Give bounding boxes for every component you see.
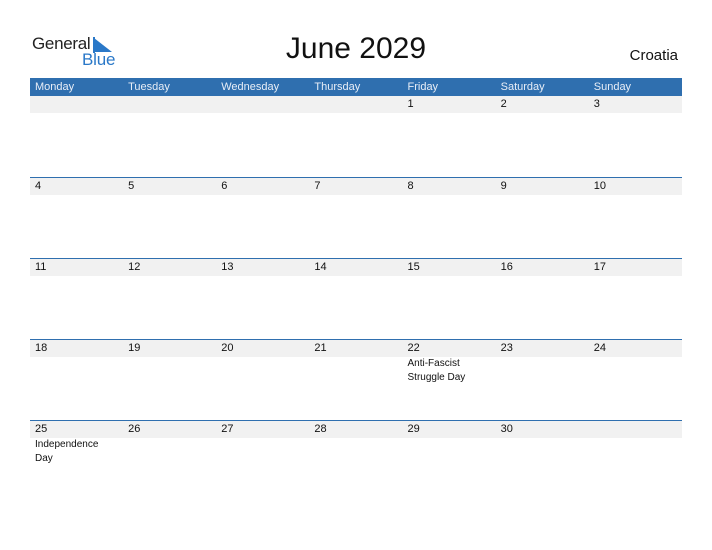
day-number: 6 [221, 180, 228, 192]
holiday-label [589, 438, 682, 466]
weekday-sunday: Sunday [593, 81, 632, 93]
weeks-container: 1 2 3 4 5 6 7 8 9 10 11 12 13 14 15 16 17 18 19 20 21 22 23 24 A… [30, 96, 682, 501]
day-number: 21 [314, 342, 327, 354]
day-number: 8 [407, 180, 414, 192]
holiday-label [496, 438, 589, 466]
day-number [589, 421, 682, 438]
holiday-label [216, 357, 309, 385]
calendar-grid: Monday Tuesday Wednesday Thursday Friday… [30, 78, 682, 501]
holiday-label [123, 438, 216, 466]
day-number: 24 [593, 342, 606, 354]
holiday-label [589, 357, 682, 385]
day-number: 4 [35, 180, 42, 192]
weekday-wednesday: Wednesday [221, 81, 280, 93]
weekday-friday: Friday [407, 81, 439, 93]
day-number: 9 [500, 180, 507, 192]
weekday-saturday: Saturday [500, 81, 545, 93]
day-number: 20 [221, 342, 234, 354]
day-number: 10 [593, 180, 606, 192]
day-number [30, 96, 123, 113]
date-strip: 1 2 3 [30, 96, 682, 113]
day-number: 12 [128, 261, 141, 273]
week-row: 25 26 27 28 29 30 Independence Day [30, 420, 682, 501]
week-row: 4 5 6 7 8 9 10 [30, 177, 682, 258]
date-strip: 4 5 6 7 8 9 10 [30, 178, 682, 195]
day-number: 23 [500, 342, 513, 354]
event-row: Anti-Fascist Struggle Day [30, 357, 682, 385]
weekday-thursday: Thursday [314, 81, 361, 93]
holiday-label [30, 357, 123, 385]
event-row: Independence Day [30, 438, 682, 466]
calendar-title: June 2029 [285, 32, 427, 65]
day-number: 26 [128, 423, 141, 435]
day-number [123, 96, 216, 113]
day-number: 5 [128, 180, 135, 192]
date-strip: 11 12 13 14 15 16 17 [30, 259, 682, 276]
holiday-label [403, 438, 496, 466]
weekday-tuesday: Tuesday [128, 81, 170, 93]
day-number [216, 96, 309, 113]
holiday-label [216, 438, 309, 466]
country-label: Croatia [629, 47, 678, 64]
holiday-label [309, 438, 402, 466]
day-number: 11 [35, 261, 47, 273]
day-number: 14 [314, 261, 327, 273]
day-number: 22 [407, 342, 420, 354]
weekday-monday: Monday [35, 81, 75, 93]
date-strip: 25 26 27 28 29 30 [30, 421, 682, 438]
date-strip: 18 19 20 21 22 23 24 [30, 340, 682, 357]
week-row: 1 2 3 [30, 96, 682, 177]
week-row: 18 19 20 21 22 23 24 Anti-Fascist Struggle Day [30, 339, 682, 420]
day-number: 2 [500, 98, 507, 110]
holiday-label: Independence Day [35, 439, 99, 464]
holiday-label [496, 357, 589, 385]
day-number: 19 [128, 342, 141, 354]
week-row: 11 12 13 14 15 16 17 [30, 258, 682, 339]
day-number: 7 [314, 180, 321, 192]
day-number: 17 [593, 261, 606, 273]
day-number: 3 [593, 98, 600, 110]
day-number: 29 [407, 423, 420, 435]
weekday-header: Monday Tuesday Wednesday Thursday Friday… [30, 78, 682, 96]
day-number: 25 [35, 423, 48, 435]
day-number: 18 [35, 342, 48, 354]
day-number: 27 [221, 423, 234, 435]
day-number: 1 [407, 98, 414, 110]
day-number: 30 [500, 423, 513, 435]
day-number: 28 [314, 423, 327, 435]
day-number [309, 96, 402, 113]
holiday-label: Anti-Fascist Struggle Day [407, 358, 466, 383]
day-number: 16 [500, 261, 513, 273]
day-number: 15 [407, 261, 420, 273]
day-number: 13 [221, 261, 234, 273]
holiday-label [309, 357, 402, 385]
holiday-label [123, 357, 216, 385]
